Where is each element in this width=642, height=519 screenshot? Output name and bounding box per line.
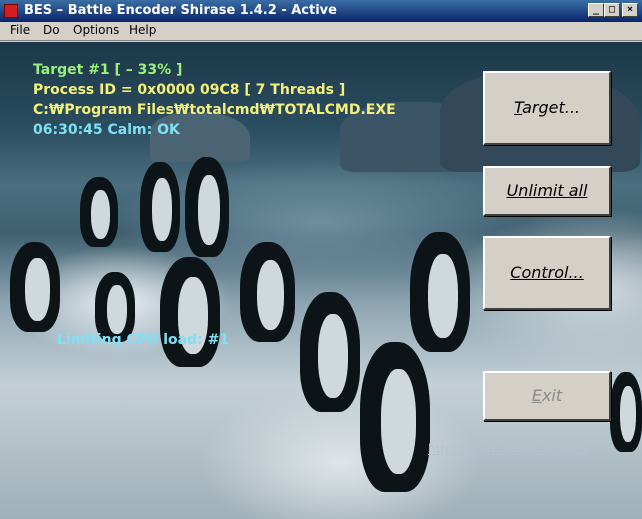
limiting-cpu-text: Limiting CPU load: #1	[57, 332, 230, 348]
window-title: BES – Battle Encoder Shirase 1.4.2 - Act…	[24, 3, 337, 18]
penguin	[410, 232, 470, 352]
penguin	[240, 242, 295, 342]
exit-mnemonic: E	[531, 386, 542, 405]
menu-options[interactable]: Options	[73, 23, 119, 37]
exit-label: xit	[541, 386, 563, 405]
close-button[interactable]: ×	[622, 3, 638, 17]
penguin	[300, 292, 360, 412]
app-icon[interactable]	[4, 4, 18, 18]
maximize-button[interactable]: □	[604, 3, 620, 17]
menu-bar: File Do Options Help	[0, 22, 642, 41]
penguin	[610, 372, 642, 452]
unlimit-label: nlimit all	[518, 181, 588, 200]
penguin	[140, 162, 180, 252]
menu-help[interactable]: Help	[129, 23, 156, 37]
target-label: arget...	[522, 98, 580, 117]
unlimit-mnemonic: U	[506, 181, 519, 200]
target-status: Target #1 [ – 33% ]	[33, 62, 183, 78]
background-image: Target #1 [ – 33% ] Process ID = 0x0000 …	[0, 42, 642, 519]
control-button[interactable]: Control...	[483, 236, 611, 310]
target-path-text: C:₩Program Files₩totalcmd₩TOTALCMD.EXE	[33, 102, 396, 118]
control-label: ontrol...	[521, 263, 584, 282]
penguin	[160, 257, 220, 367]
exit-button[interactable]: Exit	[483, 371, 611, 421]
title-bar[interactable]: BES – Battle Encoder Shirase 1.4.2 - Act…	[0, 0, 642, 22]
homepage-link[interactable]: http://mion.faireal.net/BES/	[428, 442, 591, 456]
penguin	[185, 157, 229, 257]
target-mnemonic: T	[513, 98, 523, 117]
penguin	[360, 342, 430, 492]
process-id-text: Process ID = 0x0000 09C8 [ 7 Threads ]	[33, 82, 346, 98]
penguin	[80, 177, 118, 247]
control-mnemonic: C	[510, 263, 522, 282]
menu-do[interactable]: Do	[43, 23, 60, 37]
time-status-text: 06:30:45 Calm: OK	[33, 122, 180, 138]
penguin	[10, 242, 60, 332]
minimize-button[interactable]: _	[588, 3, 604, 17]
unlimit-all-button[interactable]: Unlimit all	[483, 166, 611, 216]
menu-file[interactable]: File	[10, 23, 30, 37]
bes-window: BES – Battle Encoder Shirase 1.4.2 - Act…	[0, 0, 642, 519]
target-button[interactable]: Target...	[483, 71, 611, 145]
